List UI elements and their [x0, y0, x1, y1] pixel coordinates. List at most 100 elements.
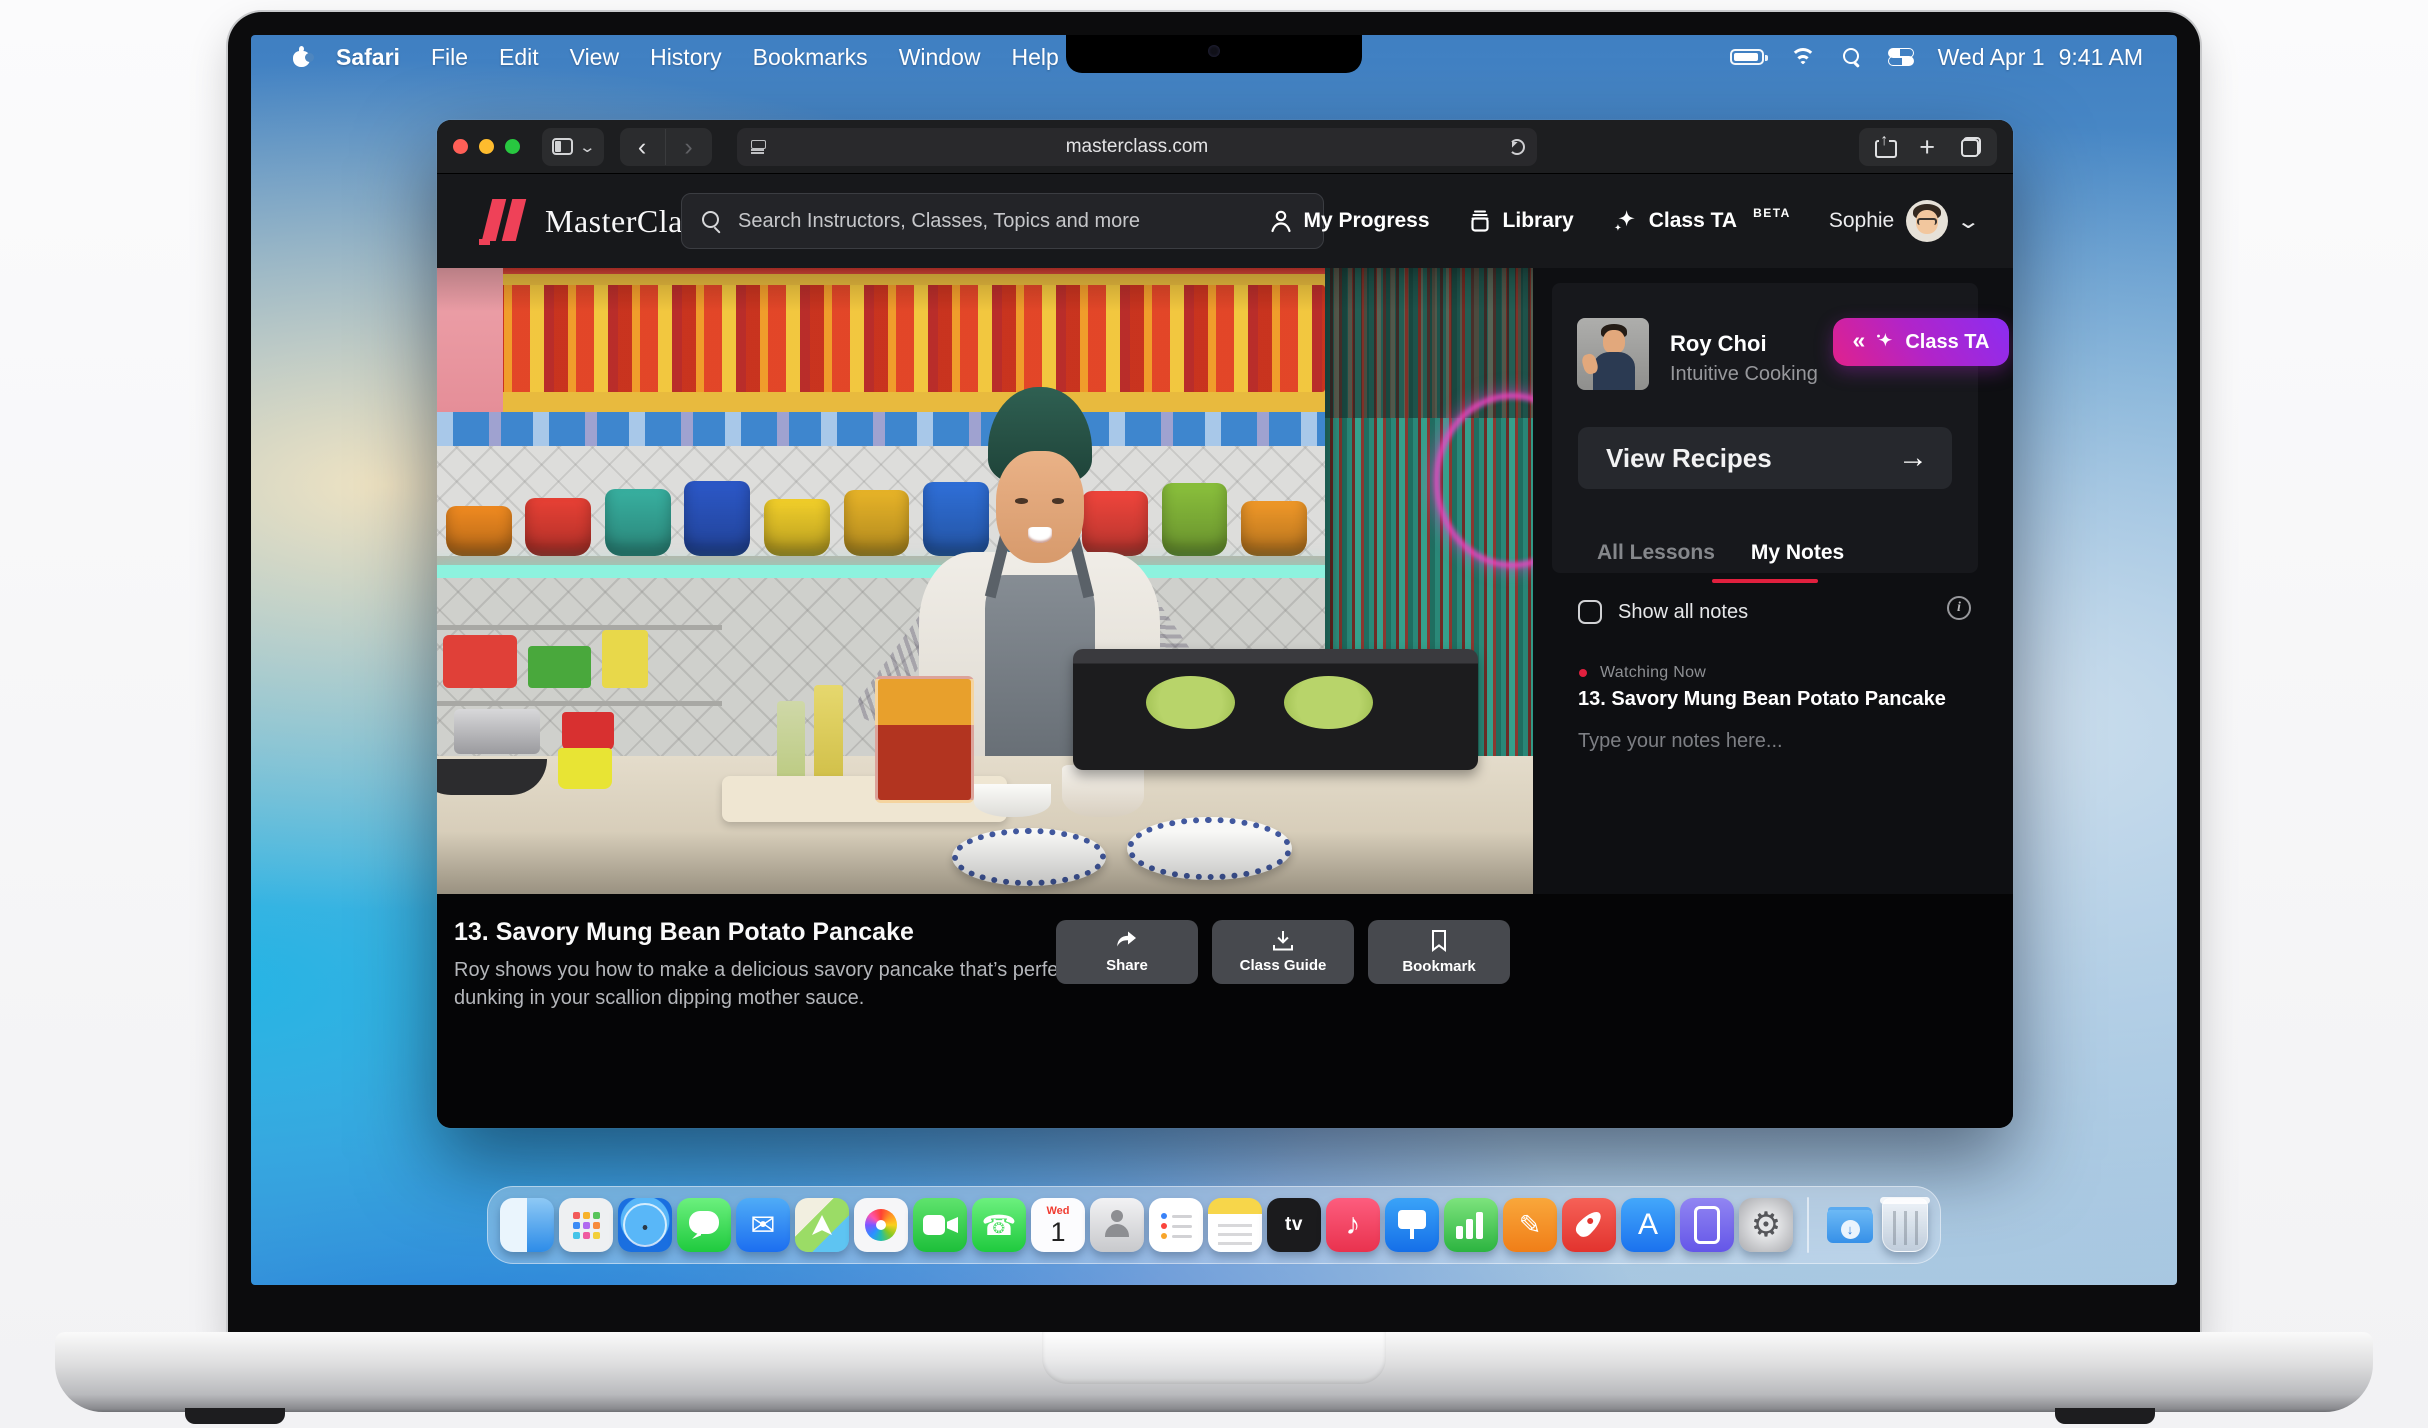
new-tab-icon[interactable]: +	[1919, 129, 1935, 165]
tab-all-lessons[interactable]: All Lessons	[1597, 541, 1715, 565]
bookmark-button[interactable]: Bookmark	[1368, 920, 1510, 984]
library-icon	[1468, 209, 1492, 233]
menu-item-file[interactable]: File	[431, 44, 468, 71]
dock-icon-maps[interactable]	[795, 1198, 849, 1252]
class-guide-button[interactable]: Class Guide	[1212, 920, 1354, 984]
nav-my-progress[interactable]: My Progress	[1270, 209, 1429, 233]
url-text[interactable]: masterclass.com	[737, 136, 1537, 158]
bowl	[764, 499, 830, 556]
back-button[interactable]: ‹	[620, 129, 666, 165]
info-icon[interactable]: i	[1947, 596, 1971, 620]
dock-icon-keynote[interactable]	[1385, 1198, 1439, 1252]
share-icon	[1115, 930, 1139, 952]
dock-icon-rocket[interactable]	[1562, 1198, 1616, 1252]
profile-menu[interactable]: Sophie ⌄	[1829, 200, 1977, 242]
spotlight-icon[interactable]	[1842, 47, 1862, 67]
wifi-icon[interactable]	[1790, 48, 1816, 67]
dock-icon-appstore[interactable]: A	[1621, 1198, 1675, 1252]
notes-input[interactable]: Type your notes here...	[1578, 730, 1958, 753]
dock-icon-calendar[interactable]: Wed1	[1031, 1198, 1085, 1252]
menu-item-history[interactable]: History	[650, 44, 722, 71]
download-icon	[1271, 930, 1295, 952]
dock-icon-settings[interactable]: ⚙	[1739, 1198, 1793, 1252]
bowl	[605, 489, 671, 556]
dock-icon-trash[interactable]	[1882, 1198, 1928, 1252]
menu-item-bookmarks[interactable]: Bookmarks	[753, 44, 868, 71]
current-lesson-title: 13. Savory Mung Bean Potato Pancake	[1578, 688, 1946, 711]
search-input[interactable]: Search Instructors, Classes, Topics and …	[681, 193, 1324, 249]
battery-icon[interactable]	[1730, 49, 1764, 65]
dock-icon-downloads[interactable]: ↓	[1823, 1198, 1877, 1252]
collapse-icon: «	[1853, 327, 1864, 354]
masterclass-header: MasterClass Search Instructors, Classes,…	[437, 174, 2013, 268]
class-ta-button[interactable]: « Class TA	[1833, 318, 2009, 366]
menu-item-view[interactable]: View	[570, 44, 619, 71]
share-button[interactable]: Share	[1056, 920, 1198, 984]
lid-scoop	[1042, 1332, 1386, 1384]
zoom-window-button[interactable]	[505, 139, 520, 154]
nav-class-ta[interactable]: Class TA BETA	[1612, 208, 1791, 234]
sparkle-icon	[1612, 208, 1638, 234]
address-bar[interactable]: masterclass.com	[737, 128, 1537, 166]
lesson-description: Roy shows you how to make a delicious sa…	[454, 956, 1109, 1012]
menu-item-window[interactable]: Window	[899, 44, 981, 71]
show-all-notes-checkbox[interactable]	[1578, 600, 1602, 624]
menu-item-safari[interactable]: Safari	[336, 44, 400, 71]
kitchen-bowl-shelf	[437, 446, 1325, 565]
bowl	[684, 481, 750, 556]
sidebar-toggle-icon[interactable]	[552, 138, 573, 155]
arrow-right-icon: →	[1898, 441, 1928, 475]
reload-icon[interactable]	[1507, 137, 1527, 157]
dock-icon-facetime[interactable]	[913, 1198, 967, 1252]
instructor-thumbnail	[1577, 318, 1649, 390]
dock-icon-finder[interactable]	[500, 1198, 554, 1252]
dock-icon-contacts[interactable]	[1090, 1198, 1144, 1252]
share-button-label: Share	[1106, 957, 1148, 974]
show-all-notes-label: Show all notes	[1618, 601, 1748, 624]
tab-overview-icon[interactable]	[1961, 137, 1981, 157]
dock-icon-mail[interactable]: ✉	[736, 1198, 790, 1252]
minimize-window-button[interactable]	[479, 139, 494, 154]
forward-button[interactable]: ›	[666, 129, 712, 165]
dock-icon-photos[interactable]	[854, 1198, 908, 1252]
lesson-info-area: 13. Savory Mung Bean Potato Pancake Roy …	[437, 894, 2013, 1128]
nav-library[interactable]: Library	[1468, 209, 1574, 233]
shelf-board	[437, 556, 1325, 566]
sidebar-chevron-icon[interactable]: ⌄	[578, 138, 596, 156]
instructor-name: Roy Choi	[1670, 331, 1767, 357]
show-all-notes-row: Show all notes	[1578, 600, 1748, 624]
close-window-button[interactable]	[453, 139, 468, 154]
video-player[interactable]	[437, 268, 1533, 894]
dock-icon-reminders[interactable]	[1149, 1198, 1203, 1252]
plate	[952, 828, 1105, 886]
kitchen-pink-wall	[437, 268, 503, 412]
beta-badge: BETA	[1753, 206, 1791, 220]
menu-clock[interactable]: Wed Apr 1 9:41 AM	[1938, 44, 2143, 71]
dock-icon-phone[interactable]: ☎	[972, 1198, 1026, 1252]
masterclass-logo[interactable]: MasterClass	[477, 197, 709, 245]
menu-item-edit[interactable]: Edit	[499, 44, 539, 71]
calendar-day-label: Wed	[1046, 1205, 1069, 1218]
share-icon[interactable]	[1875, 136, 1893, 158]
control-center-icon[interactable]	[1888, 48, 1912, 66]
active-tab-underline	[1712, 579, 1818, 583]
nav-class-ta-label: Class TA	[1649, 209, 1737, 233]
view-recipes-button[interactable]: View Recipes →	[1578, 427, 1952, 489]
dock-icon-notes[interactable]	[1208, 1198, 1262, 1252]
dock-icon-launchpad[interactable]	[559, 1198, 613, 1252]
menu-item-help[interactable]: Help	[1012, 44, 1059, 71]
dock-icon-numbers[interactable]	[1444, 1198, 1498, 1252]
menu-time: 9:41 AM	[2059, 44, 2143, 71]
bowl	[1241, 501, 1307, 556]
dock-icon-music[interactable]: ♪	[1326, 1198, 1380, 1252]
dock-icon-messages[interactable]	[677, 1198, 731, 1252]
dock-icon-iphone-mirroring[interactable]	[1680, 1198, 1734, 1252]
person-icon	[1270, 209, 1292, 233]
dock-icon-appletv[interactable]: tv	[1267, 1198, 1321, 1252]
tab-my-notes[interactable]: My Notes	[1751, 541, 1844, 565]
colorful-bowls	[446, 461, 1307, 556]
avatar	[1906, 200, 1948, 242]
apple-menu-icon[interactable]	[293, 47, 310, 67]
dock-icon-pages[interactable]: ✎	[1503, 1198, 1557, 1252]
dock-icon-safari[interactable]	[618, 1198, 672, 1252]
